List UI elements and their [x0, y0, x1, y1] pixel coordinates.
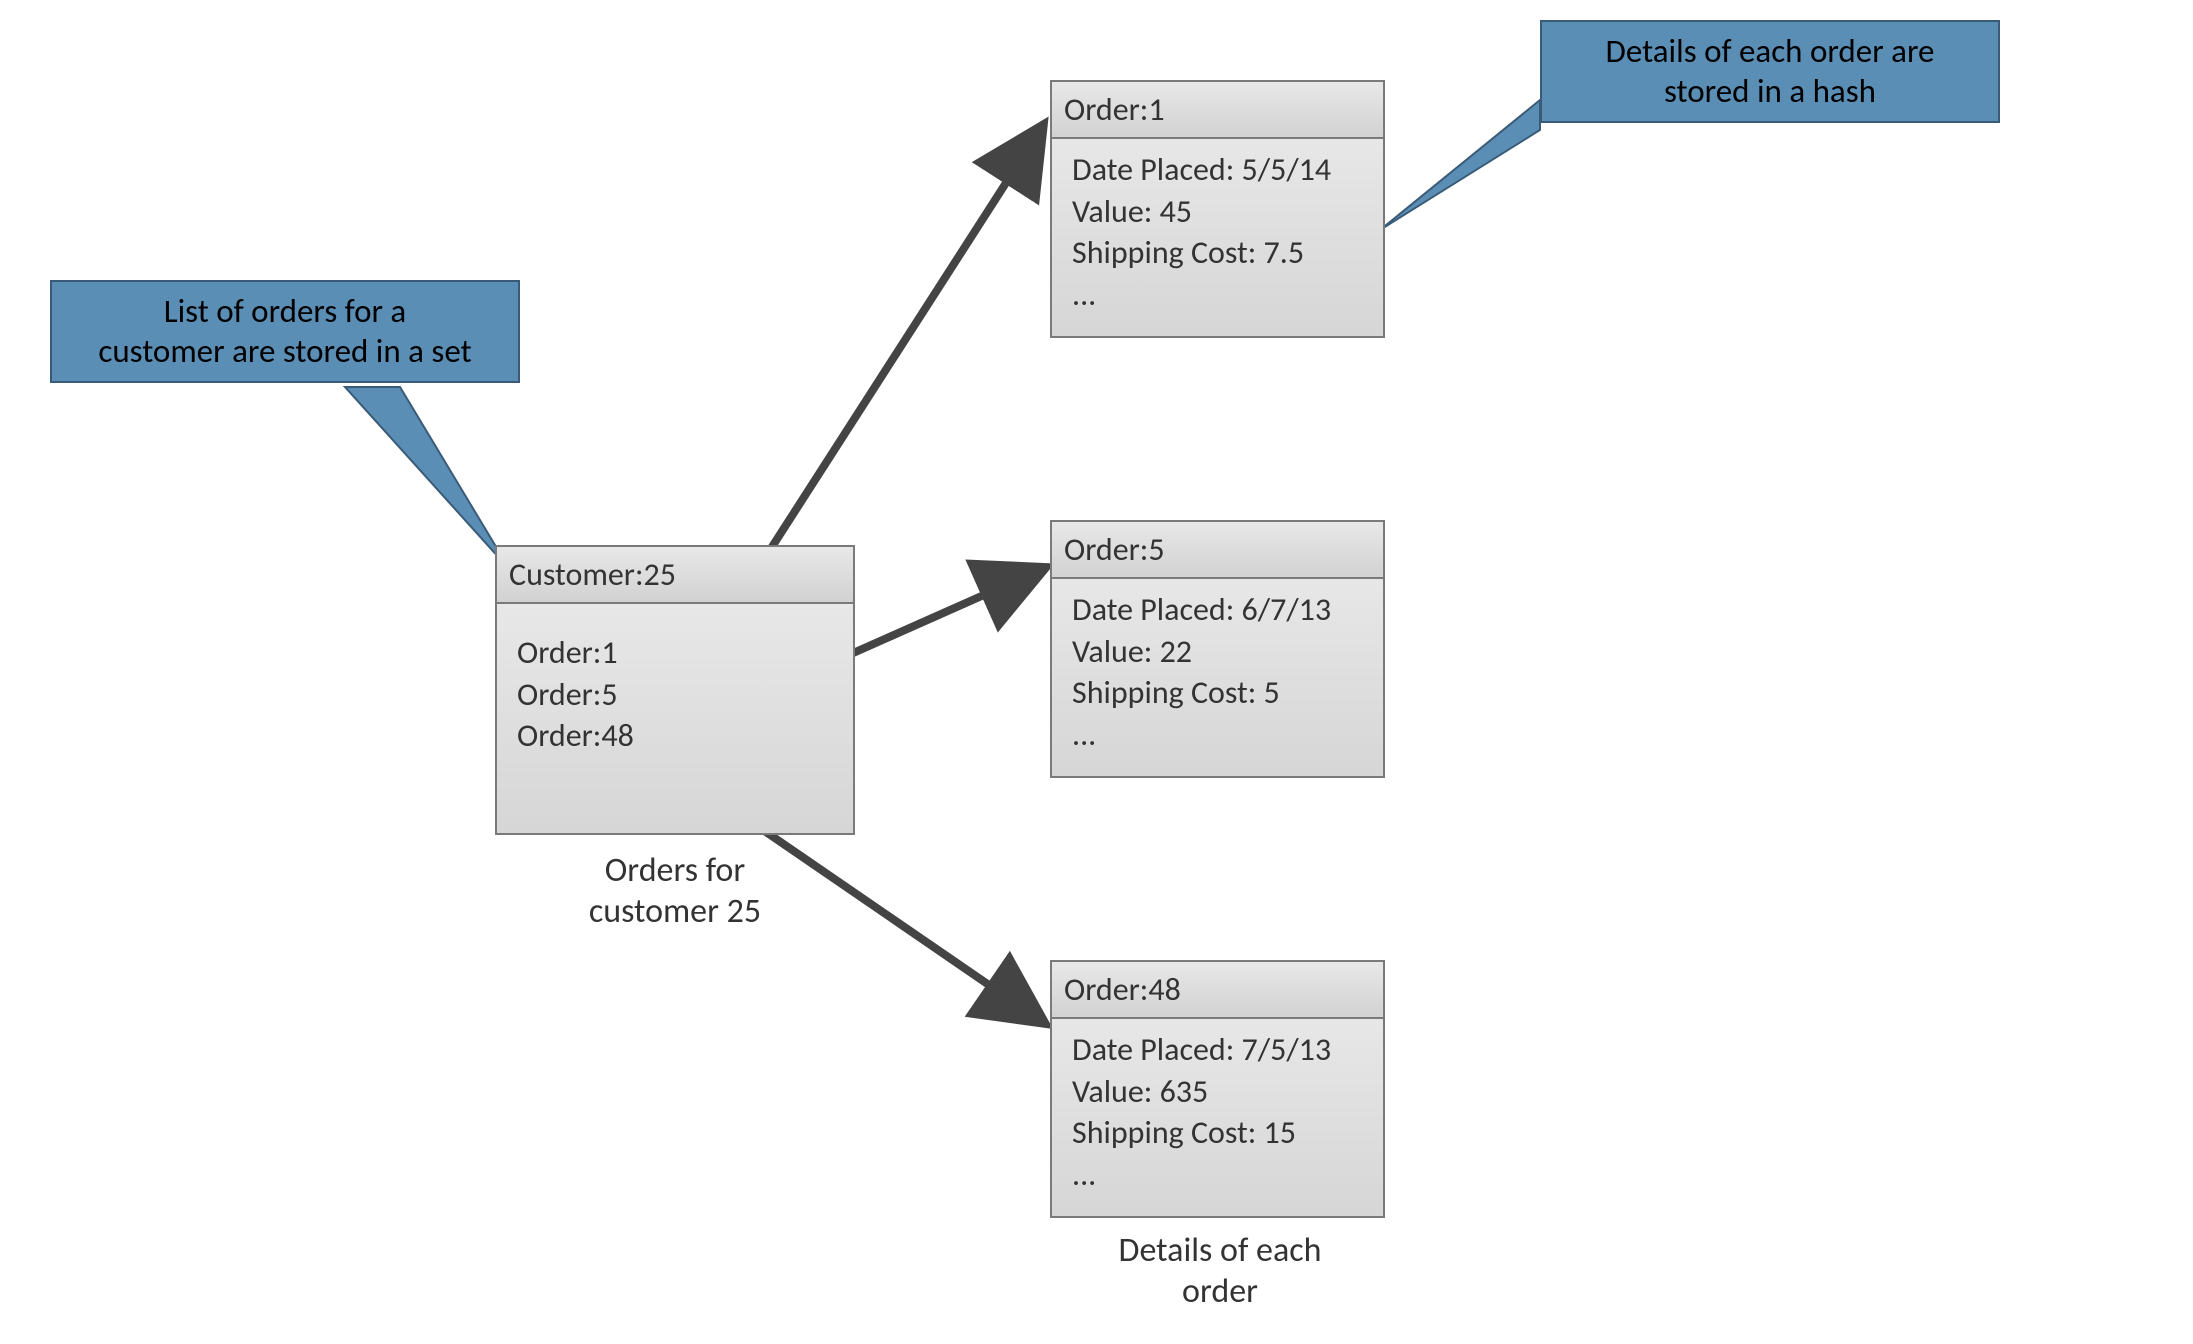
orders-caption-line2: order — [1080, 1271, 1360, 1312]
order-hash-box: Order:1 Date Placed: 5/5/14 Value: 45 Sh… — [1050, 80, 1385, 338]
order-field-date: Date Placed: 6/7/13 — [1072, 589, 1367, 631]
customer-set-body: Order:1 Order:5 Order:48 — [497, 604, 853, 769]
customer-caption-line2: customer 25 — [535, 891, 815, 932]
order-field-value: Value: 22 — [1072, 631, 1367, 673]
order-field-ship: Shipping Cost: 15 — [1072, 1112, 1367, 1154]
order-field-date: Date Placed: 7/5/13 — [1072, 1029, 1367, 1071]
customer-set-item: Order:48 — [517, 715, 837, 757]
order-hash-header: Order:1 — [1052, 82, 1383, 139]
callout-hash: Details of each order are stored in a ha… — [1540, 20, 2000, 123]
customer-set-item: Order:1 — [517, 632, 837, 674]
customer-set-header: Customer:25 — [497, 547, 853, 604]
callout-set-line2: customer are stored in a set — [70, 332, 500, 372]
order-hash-body: Date Placed: 7/5/13 Value: 635 Shipping … — [1052, 1019, 1383, 1207]
customer-set-box: Customer:25 Order:1 Order:5 Order:48 — [495, 545, 855, 835]
callout-set: List of orders for a customer are stored… — [50, 280, 520, 383]
order-field-more: ... — [1072, 714, 1367, 756]
callout-pointer-right — [1380, 100, 1540, 230]
callout-set-line1: List of orders for a — [70, 292, 500, 332]
order-field-ship: Shipping Cost: 7.5 — [1072, 232, 1367, 274]
order-field-more: ... — [1072, 1154, 1367, 1196]
callout-pointer-left — [345, 387, 510, 570]
callout-hash-line1: Details of each order are — [1560, 32, 1980, 72]
diagram-stage: List of orders for a customer are stored… — [0, 0, 2193, 1344]
orders-caption: Details of each order — [1080, 1230, 1360, 1312]
order-hash-header: Order:5 — [1052, 522, 1383, 579]
orders-caption-line1: Details of each — [1080, 1230, 1360, 1271]
customer-caption: Orders for customer 25 — [535, 850, 815, 932]
order-field-value: Value: 45 — [1072, 191, 1367, 233]
order-hash-body: Date Placed: 5/5/14 Value: 45 Shipping C… — [1052, 139, 1383, 327]
customer-caption-line1: Orders for — [535, 850, 815, 891]
order-hash-box: Order:5 Date Placed: 6/7/13 Value: 22 Sh… — [1050, 520, 1385, 778]
order-field-more: ... — [1072, 274, 1367, 316]
order-hash-box: Order:48 Date Placed: 7/5/13 Value: 635 … — [1050, 960, 1385, 1218]
order-hash-header: Order:48 — [1052, 962, 1383, 1019]
order-hash-body: Date Placed: 6/7/13 Value: 22 Shipping C… — [1052, 579, 1383, 767]
customer-set-item: Order:5 — [517, 674, 837, 716]
callout-hash-line2: stored in a hash — [1560, 72, 1980, 112]
order-field-value: Value: 635 — [1072, 1071, 1367, 1113]
order-field-ship: Shipping Cost: 5 — [1072, 672, 1367, 714]
order-field-date: Date Placed: 5/5/14 — [1072, 149, 1367, 191]
